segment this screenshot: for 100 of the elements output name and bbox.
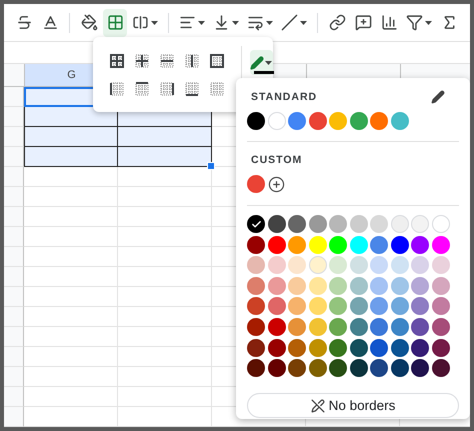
borders-button[interactable] <box>103 8 127 36</box>
color-swatch[interactable] <box>350 276 368 295</box>
color-swatch[interactable] <box>390 256 408 274</box>
color-swatch[interactable] <box>268 112 286 130</box>
color-swatch[interactable] <box>308 215 326 233</box>
color-swatch[interactable] <box>411 359 429 378</box>
edit-icon[interactable] <box>431 90 445 104</box>
color-swatch[interactable] <box>350 236 368 254</box>
color-swatch[interactable] <box>247 338 265 357</box>
color-swatch[interactable] <box>247 215 265 233</box>
color-swatch[interactable] <box>390 276 408 295</box>
row-header[interactable] <box>4 407 24 427</box>
color-swatch[interactable] <box>370 236 388 254</box>
grid-cell[interactable] <box>24 147 118 167</box>
color-swatch[interactable] <box>247 175 265 193</box>
color-swatch[interactable] <box>288 276 306 295</box>
color-swatch[interactable] <box>432 256 450 274</box>
color-swatch[interactable] <box>288 359 306 378</box>
row-header[interactable] <box>4 107 24 127</box>
row-header[interactable] <box>4 187 24 207</box>
color-swatch[interactable] <box>329 112 347 130</box>
color-swatch[interactable] <box>288 297 306 316</box>
color-swatch[interactable] <box>329 297 347 316</box>
no-borders-button[interactable]: No borders <box>247 393 459 418</box>
color-swatch[interactable] <box>390 215 408 233</box>
color-swatch[interactable] <box>432 276 450 295</box>
color-swatch[interactable] <box>350 318 368 336</box>
color-swatch[interactable] <box>370 359 388 378</box>
row-header[interactable] <box>4 147 24 167</box>
color-swatch[interactable] <box>370 112 388 130</box>
color-swatch[interactable] <box>288 256 306 274</box>
color-swatch[interactable] <box>390 112 408 130</box>
color-swatch[interactable] <box>268 359 286 378</box>
color-swatch[interactable] <box>308 359 326 378</box>
color-swatch[interactable] <box>350 359 368 378</box>
color-swatch[interactable] <box>247 276 265 295</box>
color-swatch[interactable] <box>329 338 347 357</box>
grid-cell[interactable] <box>24 107 118 127</box>
color-swatch[interactable] <box>390 338 408 357</box>
color-swatch[interactable] <box>411 297 429 316</box>
row-header[interactable] <box>4 247 24 267</box>
color-swatch[interactable] <box>390 359 408 378</box>
color-swatch[interactable] <box>308 256 326 274</box>
color-swatch[interactable] <box>411 236 429 254</box>
row-header[interactable] <box>4 267 24 287</box>
grid-cell[interactable] <box>118 147 212 167</box>
color-swatch[interactable] <box>268 215 286 233</box>
color-swatch[interactable] <box>390 318 408 336</box>
row-header[interactable] <box>4 287 24 307</box>
color-swatch[interactable] <box>308 236 326 254</box>
color-swatch[interactable] <box>370 297 388 316</box>
color-swatch[interactable] <box>432 297 450 316</box>
color-swatch[interactable] <box>350 256 368 274</box>
row-header[interactable] <box>4 207 24 227</box>
color-swatch[interactable] <box>432 215 450 233</box>
row-header[interactable] <box>4 167 24 187</box>
color-swatch[interactable] <box>288 338 306 357</box>
color-swatch[interactable] <box>247 297 265 316</box>
color-swatch[interactable] <box>268 276 286 295</box>
fill-handle[interactable] <box>207 162 215 170</box>
color-swatch[interactable] <box>370 338 388 357</box>
color-swatch[interactable] <box>308 297 326 316</box>
color-swatch[interactable] <box>370 215 388 233</box>
row-header[interactable] <box>4 87 24 107</box>
color-swatch[interactable] <box>390 236 408 254</box>
color-swatch[interactable] <box>350 215 368 233</box>
color-swatch[interactable] <box>329 276 347 295</box>
color-swatch[interactable] <box>411 256 429 274</box>
row-header[interactable] <box>4 227 24 247</box>
color-swatch[interactable] <box>350 112 368 130</box>
color-swatch[interactable] <box>370 256 388 274</box>
add-color-icon[interactable] <box>268 176 284 192</box>
color-swatch[interactable] <box>329 215 347 233</box>
color-swatch[interactable] <box>268 297 286 316</box>
color-swatch[interactable] <box>390 297 408 316</box>
row-header[interactable] <box>4 387 24 407</box>
color-swatch[interactable] <box>288 236 306 254</box>
color-swatch[interactable] <box>350 297 368 316</box>
color-swatch[interactable] <box>268 256 286 274</box>
color-swatch[interactable] <box>268 236 286 254</box>
color-swatch[interactable] <box>288 215 306 233</box>
color-swatch[interactable] <box>247 318 265 336</box>
color-swatch[interactable] <box>247 236 265 254</box>
row-header[interactable] <box>4 127 24 147</box>
color-swatch[interactable] <box>308 338 326 357</box>
color-swatch[interactable] <box>329 359 347 378</box>
color-swatch[interactable] <box>411 276 429 295</box>
color-swatch[interactable] <box>308 112 326 130</box>
color-swatch[interactable] <box>370 276 388 295</box>
row-header[interactable] <box>4 347 24 367</box>
color-swatch[interactable] <box>308 318 326 336</box>
color-swatch[interactable] <box>432 318 450 336</box>
color-swatch[interactable] <box>308 276 326 295</box>
color-swatch[interactable] <box>268 338 286 357</box>
color-swatch[interactable] <box>411 215 429 233</box>
color-swatch[interactable] <box>268 318 286 336</box>
border-color-button[interactable] <box>250 50 273 75</box>
color-swatch[interactable] <box>329 256 347 274</box>
grid-cell[interactable] <box>24 127 118 147</box>
color-swatch[interactable] <box>411 338 429 357</box>
